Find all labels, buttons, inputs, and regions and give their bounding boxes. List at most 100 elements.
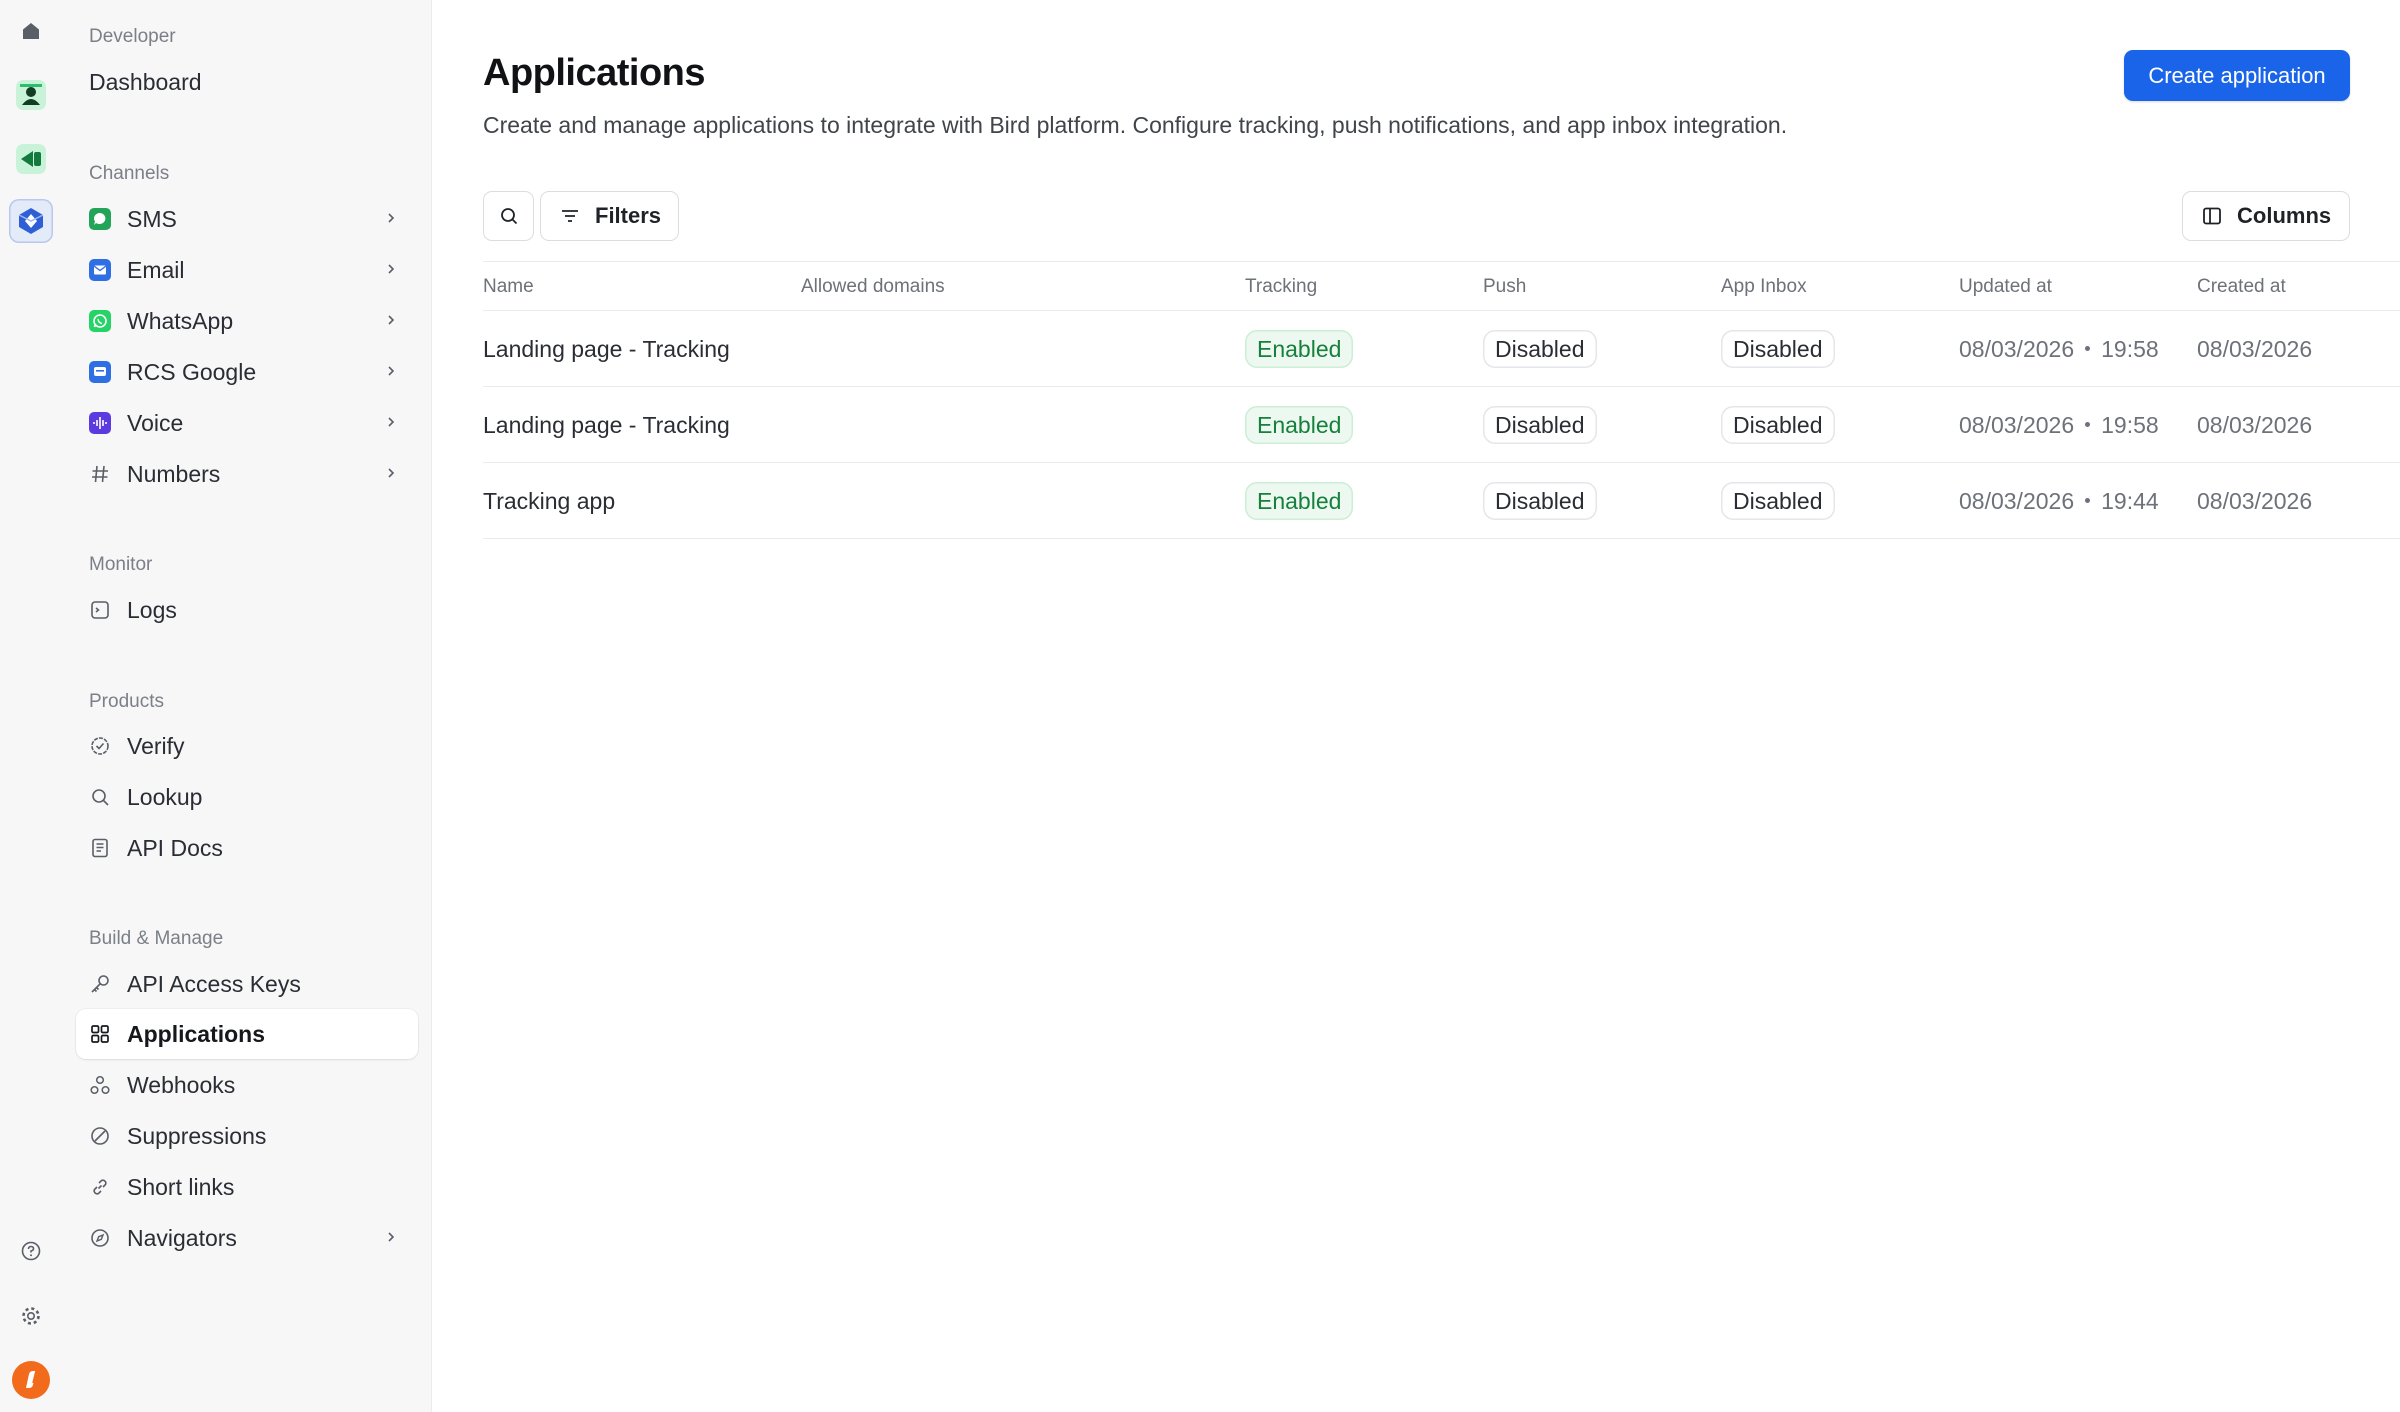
search-icon (89, 786, 111, 808)
chevron-right-icon (388, 315, 395, 325)
cell-created-at: 08/03/2026 (2197, 488, 2313, 514)
sidebar-item-label: RCS Google (127, 359, 257, 385)
sidebar-item-rcs-google[interactable]: RCS Google (76, 347, 418, 397)
column-header-allowed-domains[interactable]: Allowed domains (801, 276, 945, 298)
table-row[interactable]: Landing page - Tracking Enabled Disabled… (483, 387, 2400, 463)
cell-updated-at: 08/03/2026 19:44 (1959, 488, 2159, 515)
chevron-right-icon (388, 366, 395, 376)
key-icon (89, 973, 111, 995)
sidebar-item-logs[interactable]: Logs (76, 585, 418, 635)
sidebar-item-label: Lookup (127, 784, 203, 810)
sidebar-item-whatsapp[interactable]: WhatsApp (76, 296, 418, 346)
cell-updated-at: 08/03/2026 19:58 (1959, 336, 2159, 363)
cell-name: Landing page - Tracking (483, 336, 730, 362)
grid-icon (89, 1023, 111, 1045)
push-status-badge: Disabled (1483, 482, 1597, 520)
hash-icon (89, 463, 111, 485)
cell-created-at: 08/03/2026 (2197, 412, 2313, 438)
sidebar-item-dashboard[interactable]: Dashboard (89, 69, 202, 96)
sidebar-item-navigators[interactable]: Navigators (76, 1213, 418, 1263)
rcs-icon (89, 361, 111, 383)
column-header-tracking[interactable]: Tracking (1245, 276, 1317, 298)
sidebar-item-applications[interactable]: Applications (76, 1009, 418, 1059)
search-button[interactable] (483, 191, 534, 241)
help-icon[interactable] (9, 1229, 53, 1273)
tracking-status-badge: Enabled (1245, 330, 1354, 368)
connectors-app-icon[interactable] (9, 137, 53, 181)
page-title: Applications (483, 52, 706, 94)
cell-name: Landing page - Tracking (483, 412, 730, 438)
column-header-created-at[interactable]: Created at (2197, 276, 2286, 298)
sidebar-item-label: Voice (127, 410, 184, 436)
filters-label: Filters (595, 203, 662, 228)
columns-button[interactable]: Columns (2182, 191, 2350, 241)
chevron-right-icon (388, 1232, 395, 1242)
sidebar-item-webhooks[interactable]: Webhooks (76, 1060, 418, 1110)
table-row[interactable]: Landing page - Tracking Enabled Disabled… (483, 311, 2400, 387)
column-header-updated-at[interactable]: Updated at (1959, 276, 2052, 298)
sidebar-item-label: Email (127, 257, 185, 283)
sidebar-item-label: Applications (127, 1021, 266, 1047)
voice-icon (89, 412, 111, 434)
sidebar-item-short-links[interactable]: Short links (76, 1162, 418, 1212)
sidebar-item-suppressions[interactable]: Suppressions (76, 1111, 418, 1161)
sidebar-item-label: Numbers (127, 461, 221, 487)
sidebar-item-label: Verify (127, 733, 185, 759)
developer-app-icon[interactable] (9, 199, 53, 243)
updated-time: 19:58 (2101, 412, 2159, 438)
sidebar-item-label: Navigators (127, 1225, 237, 1251)
separator-dot (2085, 498, 2091, 504)
verify-icon (89, 735, 111, 757)
sidebar-item-label: Short links (127, 1174, 235, 1200)
user-avatar[interactable] (9, 1358, 53, 1402)
sms-icon (89, 208, 111, 230)
sidebar-item-label: Suppressions (127, 1123, 267, 1149)
section-build-manage-label: Build & Manage (89, 928, 224, 949)
column-header-push[interactable]: Push (1483, 276, 1526, 298)
sidebar-item-api-access-keys[interactable]: API Access Keys (76, 959, 418, 1009)
whatsapp-icon (89, 310, 111, 332)
sidebar-item-label: SMS (127, 206, 177, 232)
push-status-badge: Disabled (1483, 406, 1597, 444)
section-developer-label: Developer (89, 26, 176, 47)
push-status-badge: Disabled (1483, 330, 1597, 368)
column-header-name[interactable]: Name (483, 276, 534, 298)
create-application-button[interactable]: Create application (2124, 50, 2350, 101)
sidebar-item-email[interactable]: Email (76, 245, 418, 295)
chevron-right-icon (388, 213, 395, 223)
document-icon (89, 837, 111, 859)
sidebar-item-label: API Docs (127, 835, 223, 861)
settings-icon[interactable] (9, 1294, 53, 1338)
chevron-right-icon (388, 468, 395, 478)
sidebar-item-lookup[interactable]: Lookup (76, 772, 418, 822)
main-content: Applications Create and manage applicati… (483, 0, 2400, 1412)
app-inbox-status-badge: Disabled (1721, 406, 1835, 444)
search-icon (500, 208, 517, 225)
home-icon[interactable] (9, 9, 53, 53)
logs-icon (89, 599, 111, 621)
updated-time: 19:44 (2101, 488, 2159, 514)
sidebar-item-api-docs[interactable]: API Docs (76, 823, 418, 873)
tracking-status-badge: Enabled (1245, 482, 1354, 520)
sidebar-item-sms[interactable]: SMS (76, 194, 418, 244)
filters-button[interactable]: Filters (540, 191, 679, 241)
sidebar-item-numbers[interactable]: Numbers (76, 449, 418, 499)
cell-created-at: 08/03/2026 (2197, 336, 2313, 362)
sidebar-item-label: WhatsApp (127, 308, 234, 334)
section-products-label: Products (89, 691, 164, 712)
table-row[interactable]: Tracking app Enabled Disabled Disabled 0… (483, 463, 2400, 539)
webhook-icon (89, 1074, 111, 1096)
updated-time: 19:58 (2101, 336, 2159, 362)
separator-dot (2085, 346, 2091, 352)
chevron-right-icon (388, 264, 395, 274)
sidebar-item-voice[interactable]: Voice (76, 398, 418, 448)
filter-icon (562, 210, 578, 222)
contacts-app-icon[interactable] (9, 73, 53, 117)
sidebar: Developer Dashboard Channels SMS Email W… (62, 0, 432, 1412)
page-subtitle: Create and manage applications to integr… (483, 112, 1788, 138)
sidebar-item-verify[interactable]: Verify (76, 721, 418, 771)
chevron-right-icon (388, 417, 395, 427)
separator-dot (2085, 422, 2091, 428)
tracking-status-badge: Enabled (1245, 406, 1354, 444)
column-header-app-inbox[interactable]: App Inbox (1721, 276, 1807, 298)
